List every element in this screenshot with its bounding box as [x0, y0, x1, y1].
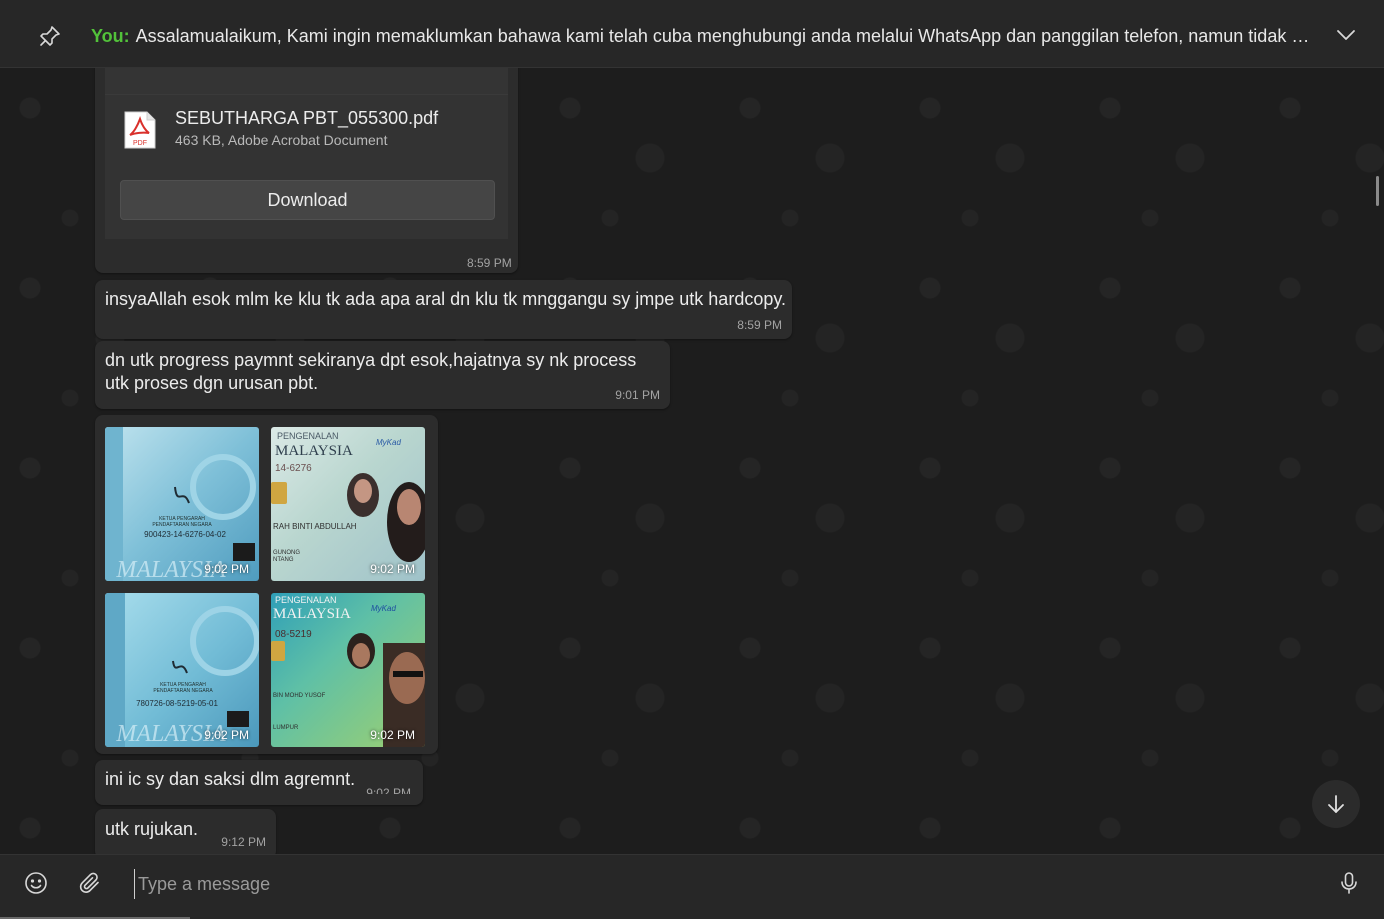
chat-messages-pane[interactable]: PDF SEBUTHARGA PBT_055300.pdf 463 KB, Ad…	[0, 68, 1384, 854]
image-text: MALAYSIA	[275, 443, 353, 459]
pdf-icon: PDF	[124, 111, 156, 149]
image-time: 9:02 PM	[370, 728, 415, 742]
pin-icon[interactable]	[38, 24, 62, 48]
ic-card-back-image: KETUA PENGARAH PENDAFTARAN NEGARA 900423…	[105, 427, 256, 581]
image-text: PENGENALAN	[275, 595, 337, 605]
image-text: NTANG	[273, 557, 294, 563]
image-text: MyKad	[376, 438, 401, 447]
pinned-message-bar[interactable]: You: Assalamualaikum, Kami ingin memaklum…	[0, 0, 1384, 68]
image-text: GUNONG	[273, 550, 300, 556]
chevron-down-icon[interactable]	[1335, 26, 1357, 44]
image-thumbnail[interactable]: PENGENALAN MALAYSIA MyKad 08-5219 BIN MO…	[271, 593, 425, 747]
image-time: 9:02 PM	[204, 562, 249, 576]
image-album-bubble[interactable]: KETUA PENGARAH PENDAFTARAN NEGARA 900423…	[95, 415, 438, 754]
download-button[interactable]: Download	[120, 180, 495, 220]
message-bubble[interactable]: dn utk progress paymnt sekiranya dpt eso…	[95, 341, 670, 409]
message-time: 8:59 PM	[737, 318, 782, 332]
ic-card-front-image: PENGENALAN MALAYSIA MyKad 08-5219 BIN MO…	[271, 595, 425, 747]
image-text: BIN MOHD YUSOF	[273, 693, 326, 699]
pinned-message-body: Assalamualaikum, Kami ingin memaklumkan …	[135, 26, 1323, 46]
image-text: MyKad	[371, 604, 396, 613]
image-thumbnail[interactable]: KETUA PENGARAH PENDAFTARAN NEGARA 780726…	[105, 593, 259, 747]
scrollbar-thumb[interactable]	[1376, 176, 1379, 206]
image-text: 08-5219	[275, 629, 312, 640]
whatsapp-chat-window: You: Assalamualaikum, Kami ingin memaklum…	[0, 0, 1384, 919]
message-text: insyaAllah esok mlm ke klu tk ada apa ar…	[105, 289, 787, 309]
image-text: PENDAFTARAN NEGARA	[153, 688, 213, 694]
message-time: 9:01 PM	[615, 388, 660, 402]
message-bubble[interactable]: ini ic sy dan saksi dlm agremnt. 9:02 PM	[95, 760, 423, 805]
message-input[interactable]	[134, 869, 1294, 899]
file-preview-area	[105, 68, 508, 94]
message-text: utk rujukan.	[105, 819, 199, 839]
image-text: RAH BINTI ABDULLAH	[273, 522, 357, 531]
file-message-bubble[interactable]: PDF SEBUTHARGA PBT_055300.pdf 463 KB, Ad…	[95, 68, 518, 273]
ic-card-front-image: PENGENALAN MALAYSIA MyKad 14-6276 RAH BI…	[271, 431, 425, 563]
file-name: SEBUTHARGA PBT_055300.pdf	[175, 108, 439, 128]
image-text: 780726-08-5219-05-01	[136, 699, 218, 708]
paperclip-icon[interactable]	[78, 871, 102, 895]
image-text: PENGENALAN	[277, 431, 339, 441]
image-thumbnail[interactable]: PENGENALAN MALAYSIA MyKad 14-6276 RAH BI…	[271, 427, 425, 581]
message-composer	[0, 854, 1384, 919]
image-time: 9:02 PM	[204, 728, 249, 742]
image-text: 900423-14-6276-04-02	[144, 530, 226, 539]
pinned-message-text[interactable]: You: Assalamualaikum, Kami ingin memaklum…	[91, 24, 1323, 48]
microphone-icon[interactable]	[1337, 871, 1361, 895]
message-time: 9:12 PM	[221, 835, 266, 849]
message-time: 9:02 PM	[366, 786, 411, 794]
image-time: 9:02 PM	[370, 562, 415, 576]
pinned-sender: You:	[91, 26, 130, 46]
message-text: ini ic sy dan saksi dlm agremnt.	[105, 769, 356, 789]
message-bubble[interactable]: utk rujukan. 9:12 PM	[95, 809, 276, 854]
image-text: 14-6276	[275, 463, 312, 474]
svg-text:PDF: PDF	[133, 140, 147, 147]
image-text: LUMPUR	[273, 725, 299, 731]
image-thumbnail[interactable]: KETUA PENGARAH PENDAFTARAN NEGARA 900423…	[105, 427, 259, 581]
message-time: 8:59 PM	[467, 256, 512, 270]
file-meta: 463 KB, Adobe Acrobat Document	[175, 132, 388, 148]
ic-card-back-image: KETUA PENGARAH PENDAFTARAN NEGARA 780726…	[105, 593, 259, 747]
message-bubble[interactable]: insyaAllah esok mlm ke klu tk ada apa ar…	[95, 280, 792, 339]
image-text: PENDAFTARAN NEGARA	[152, 522, 212, 528]
scroll-to-bottom-button[interactable]	[1312, 780, 1360, 828]
message-text: dn utk progress paymnt sekiranya dpt eso…	[105, 350, 637, 393]
image-text: MALAYSIA	[273, 606, 351, 622]
arrow-down-icon	[1328, 795, 1344, 813]
file-info-row[interactable]	[105, 94, 508, 164]
emoji-icon[interactable]	[24, 871, 48, 895]
